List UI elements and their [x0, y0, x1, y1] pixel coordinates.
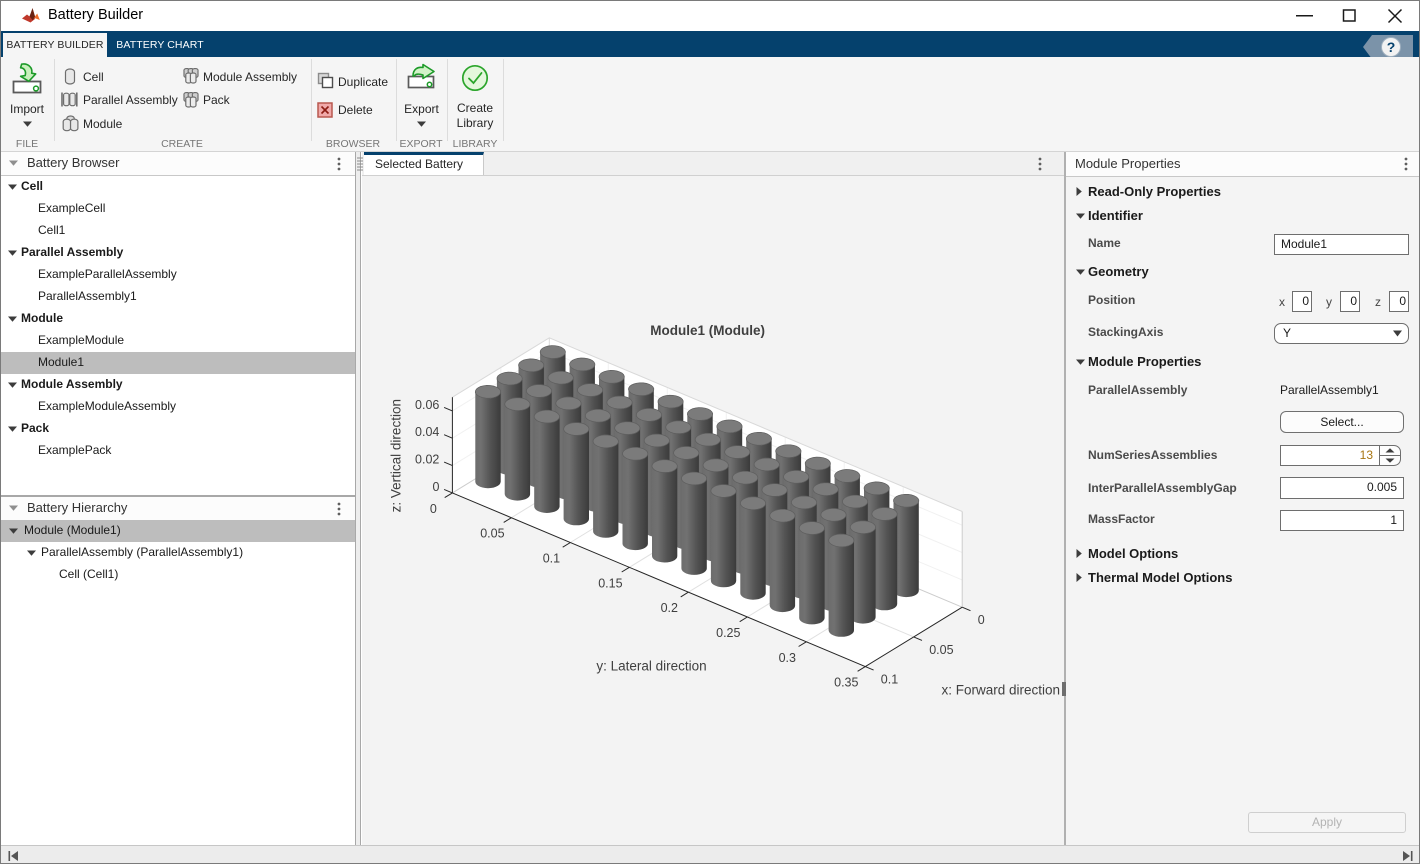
- svg-text:0.35: 0.35: [834, 676, 858, 690]
- svg-text:0.3: 0.3: [779, 651, 796, 665]
- svg-text:0.05: 0.05: [929, 643, 953, 657]
- svg-text:0: 0: [978, 613, 985, 627]
- svg-text:0.1: 0.1: [543, 552, 560, 566]
- svg-text:Module1 (Module): Module1 (Module): [650, 323, 765, 338]
- svg-text:0.06: 0.06: [415, 398, 439, 412]
- svg-text:0.15: 0.15: [598, 576, 622, 590]
- svg-text:0.05: 0.05: [480, 527, 504, 541]
- svg-text:0: 0: [430, 502, 437, 516]
- svg-text:y: Lateral direction: y: Lateral direction: [596, 659, 706, 674]
- svg-text:0.2: 0.2: [661, 601, 678, 615]
- svg-text:z: Vertical direction: z: Vertical direction: [388, 399, 403, 512]
- svg-text:?: ?: [1387, 39, 1396, 55]
- svg-text:0.1: 0.1: [881, 673, 898, 687]
- svg-text:x: Forward direction: x: Forward direction: [942, 683, 1061, 698]
- svg-text:0.04: 0.04: [415, 425, 439, 439]
- svg-text:0.25: 0.25: [716, 626, 740, 640]
- svg-text:0: 0: [432, 480, 439, 494]
- svg-text:0.02: 0.02: [415, 453, 439, 467]
